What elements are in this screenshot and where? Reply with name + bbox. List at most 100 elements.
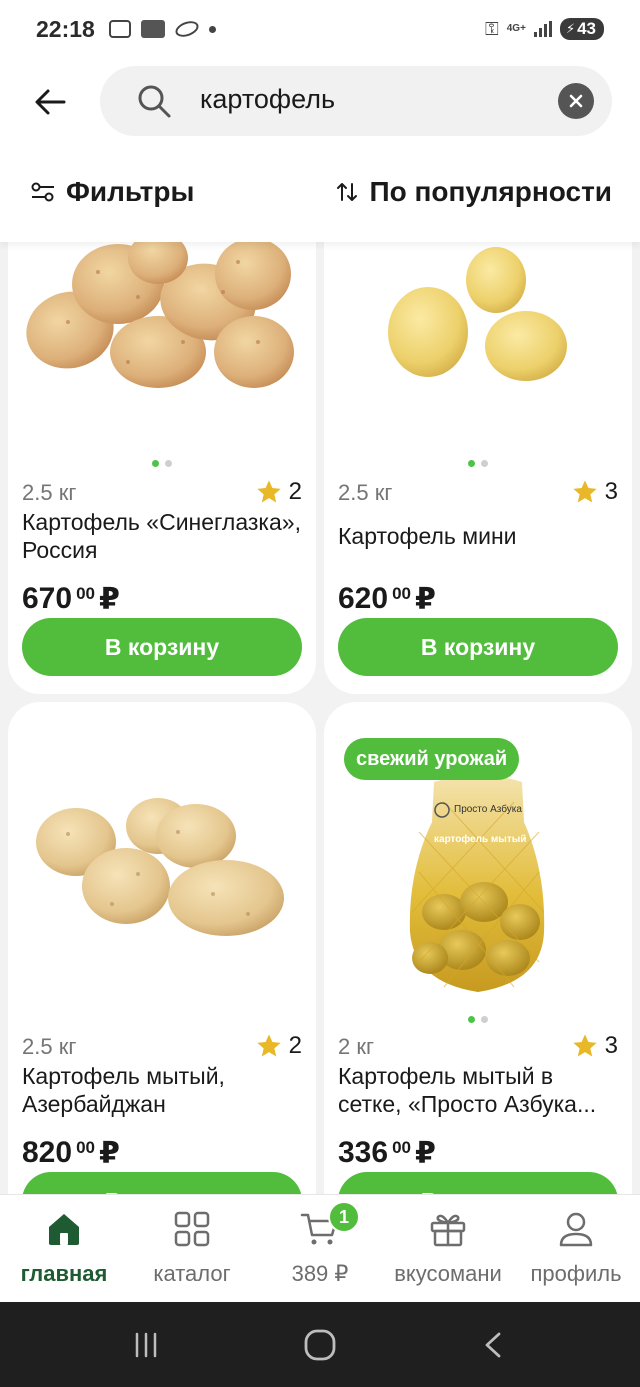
price-rubles: 820 (22, 1136, 73, 1169)
product-card[interactable]: Просто Азбука картофель мытый свежий уро… (324, 702, 632, 1194)
add-to-cart-button[interactable]: В корзину (338, 1172, 618, 1194)
fresh-harvest-badge: свежий урожай (344, 738, 520, 780)
bottom-navigation: главная каталог 1 389 ₽ вкусомани профил… (0, 1194, 640, 1302)
price-kopecks: 00 (76, 584, 95, 603)
image-pagination-dots (468, 460, 488, 467)
product-name[interactable]: Картофель «Синеглазка», Россия (22, 508, 302, 564)
product-weight: 2 кг (338, 1034, 374, 1059)
notification-dot-icon (208, 25, 216, 33)
nav-cart[interactable]: 1 389 ₽ (256, 1195, 384, 1303)
package-brand: Просто Азбука (454, 803, 522, 815)
currency-symbol: ₽ (414, 1137, 436, 1170)
product-name[interactable]: Картофель мытый в сетке, «Просто Азбука.… (338, 1062, 618, 1118)
product-rating: 2 (255, 478, 302, 506)
product-rating: 3 (571, 1032, 618, 1060)
nav-label: 389 ₽ (291, 1261, 349, 1286)
status-time: 22:18 (36, 15, 95, 42)
price-kopecks: 00 (76, 1138, 95, 1157)
recent-apps-icon[interactable] (131, 1330, 161, 1360)
back-system-icon[interactable] (479, 1330, 509, 1360)
product-grid: 2.5 кг 2 Картофель «Синеглазка», Россия … (0, 242, 640, 1194)
star-icon (256, 1034, 281, 1057)
product-name[interactable]: Картофель мини (338, 522, 618, 552)
currency-symbol: ₽ (98, 1137, 120, 1170)
search-icon (138, 85, 171, 118)
screenshot-icon (108, 20, 131, 38)
image-pagination-dots (152, 460, 172, 467)
star-icon (572, 480, 597, 503)
rating-value: 3 (604, 1032, 618, 1059)
network-type: 4G+ (506, 23, 526, 34)
profile-icon (559, 1212, 593, 1247)
key-icon: ⚿ (485, 18, 499, 39)
back-button[interactable] (28, 80, 72, 124)
nav-label: профиль (530, 1261, 622, 1286)
filters-button[interactable]: Фильтры (30, 176, 194, 208)
search-bar[interactable] (100, 66, 612, 136)
add-to-cart-button[interactable]: В корзину (338, 618, 618, 676)
search-header: Фильтры По популярности (0, 58, 640, 242)
battery-icon: ⚡ (565, 21, 576, 36)
sort-button[interactable]: По популярности (335, 176, 612, 208)
rating-value: 2 (288, 478, 302, 505)
rating-value: 2 (288, 1032, 302, 1059)
product-weight: 2.5 кг (338, 480, 393, 505)
ring-app-icon (173, 18, 201, 40)
system-navigation-bar (0, 1302, 640, 1387)
filters-label: Фильтры (66, 176, 195, 207)
clear-search-button[interactable] (558, 83, 594, 119)
nav-label: вкусомани (394, 1261, 502, 1286)
package-label: картофель мытый (434, 833, 526, 845)
filters-icon (31, 182, 54, 202)
star-icon (572, 1034, 597, 1057)
price-kopecks: 00 (392, 584, 411, 603)
nav-catalog[interactable]: каталог (128, 1195, 256, 1303)
price-kopecks: 00 (392, 1138, 411, 1157)
currency-symbol: ₽ (414, 583, 436, 616)
price-rubles: 670 (22, 582, 73, 615)
product-rating: 2 (255, 1032, 302, 1060)
product-card[interactable]: 2.5 кг 2 Картофель мытый, Азербайджан 82… (8, 702, 316, 1194)
close-icon (569, 94, 583, 108)
cart-count-badge: 1 (328, 1201, 360, 1233)
back-arrow-icon (35, 89, 66, 115)
product-image (36, 798, 284, 936)
product-rating: 3 (571, 478, 618, 506)
product-price: 820 00 ₽ (22, 1136, 120, 1171)
product-card[interactable]: 2.5 кг 3 Картофель мини 620 00 ₽ В корзи… (324, 242, 632, 694)
signal-icon (533, 21, 552, 37)
sort-label: По популярности (369, 176, 612, 207)
sort-icon (337, 183, 358, 201)
product-card[interactable]: 2.5 кг 2 Картофель «Синеглазка», Россия … (8, 242, 316, 694)
battery-indicator: ⚡ 43 (559, 18, 604, 40)
currency-symbol: ₽ (98, 583, 120, 616)
home-system-icon[interactable] (303, 1328, 337, 1362)
nav-home[interactable]: главная (0, 1195, 128, 1303)
product-image: Просто Азбука картофель мытый (409, 775, 545, 992)
add-to-cart-button[interactable]: В корзину (22, 618, 302, 676)
product-price: 670 00 ₽ (22, 582, 120, 617)
star-icon (256, 480, 281, 503)
product-image (388, 247, 567, 381)
nav-profile[interactable]: профиль (512, 1195, 640, 1303)
product-image (26, 242, 294, 388)
nav-vkusomani[interactable]: вкусомани (384, 1195, 512, 1303)
search-input[interactable] (200, 84, 540, 115)
product-name[interactable]: Картофель мытый, Азербайджан (22, 1062, 302, 1118)
product-weight: 2.5 кг (22, 480, 77, 505)
image-pagination-dots (468, 1016, 488, 1023)
rating-value: 3 (604, 478, 618, 505)
status-bar: 22:18 ⚿ 4G+ ⚡ 43 (0, 0, 640, 58)
home-icon (49, 1214, 79, 1245)
tv-app-icon (140, 20, 165, 38)
catalog-icon (174, 1211, 210, 1247)
product-price: 336 00 ₽ (338, 1136, 436, 1171)
gift-icon (430, 1214, 466, 1247)
battery-level: 43 (577, 19, 596, 38)
nav-label: каталог (153, 1261, 231, 1286)
product-weight: 2.5 кг (22, 1034, 77, 1059)
price-rubles: 336 (338, 1136, 389, 1169)
add-to-cart-button[interactable]: В корзину (22, 1172, 302, 1194)
product-price: 620 00 ₽ (338, 582, 436, 617)
nav-label: главная (20, 1261, 108, 1286)
